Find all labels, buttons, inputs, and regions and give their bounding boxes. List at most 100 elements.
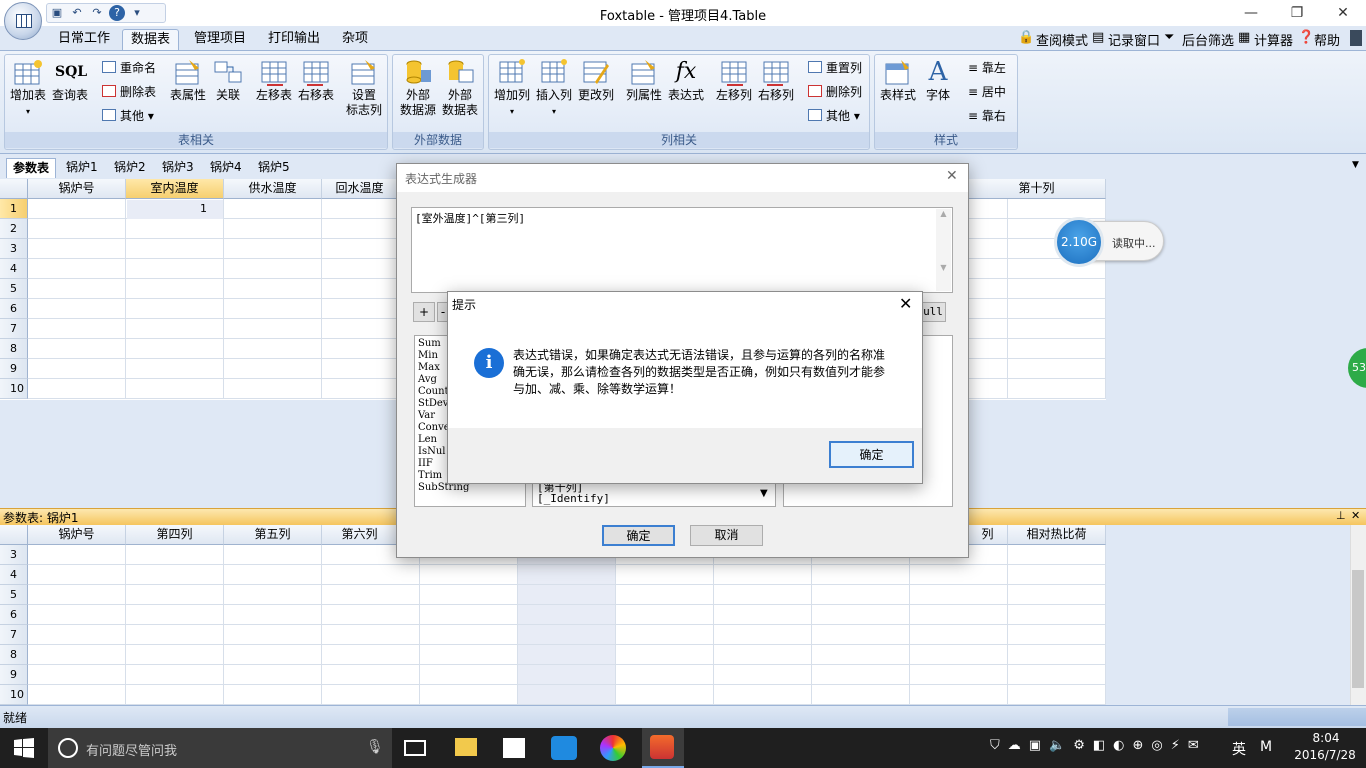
- add-column-button[interactable]: 增加列 ▾: [490, 58, 534, 119]
- sheet-tab-boiler1[interactable]: 锅炉1: [60, 158, 104, 178]
- column-header[interactable]: 第十列: [968, 179, 1106, 199]
- column-props-button[interactable]: 列属性: [622, 58, 666, 103]
- column-header[interactable]: 锅炉号: [28, 179, 126, 199]
- background-filter-link[interactable]: 后台筛选: [1182, 30, 1234, 49]
- column-header[interactable]: 第六列: [322, 525, 398, 545]
- store-icon[interactable]: [503, 738, 525, 758]
- expression-cancel-button[interactable]: 取消: [690, 525, 763, 546]
- column-other-button[interactable]: 其他 ▾: [808, 106, 860, 126]
- column-header[interactable]: 相对热比荷: [1008, 525, 1106, 545]
- move-column-right-button[interactable]: 右移列: [754, 58, 798, 103]
- expression-scrollbar[interactable]: ▲ ▼: [936, 209, 951, 291]
- row-number[interactable]: 6: [0, 605, 28, 625]
- list-item[interactable]: [_Identify]: [537, 493, 771, 504]
- relation-button[interactable]: 关联: [206, 58, 250, 103]
- external-table-button[interactable]: 外部 数据表: [438, 58, 482, 118]
- row-number[interactable]: 4: [0, 565, 28, 585]
- messaging-app-icon[interactable]: [551, 736, 577, 760]
- delete-column-button[interactable]: 删除列: [808, 82, 862, 102]
- change-column-button[interactable]: 更改列: [574, 58, 618, 103]
- browser-icon[interactable]: [600, 735, 626, 761]
- row-number[interactable]: 2: [0, 219, 28, 239]
- move-column-left-button[interactable]: 左移列: [712, 58, 756, 103]
- external-source-button[interactable]: 外部 数据源: [396, 58, 440, 118]
- op-plus-button[interactable]: +: [413, 302, 435, 322]
- reset-column-button[interactable]: 重置列: [808, 58, 862, 78]
- message-ok-button[interactable]: 确定: [829, 441, 914, 468]
- microphone-icon[interactable]: 🎙: [366, 739, 384, 755]
- row-number[interactable]: 1: [0, 199, 28, 219]
- ime-mode[interactable]: M: [1260, 739, 1272, 755]
- add-table-button[interactable]: 增加表 ▾: [6, 58, 50, 119]
- font-button[interactable]: A 字体: [916, 58, 960, 103]
- align-right-button[interactable]: ≡ 靠右: [968, 106, 1006, 126]
- column-list[interactable]: [第十列] [_Identify]: [532, 480, 776, 507]
- sheet-tab-menu-icon[interactable]: ▼: [1352, 160, 1359, 170]
- rename-table-button[interactable]: 重命名: [102, 58, 156, 78]
- column-header[interactable]: 第五列: [224, 525, 322, 545]
- tab-daily-work[interactable]: 日常工作: [50, 29, 118, 50]
- grid-corner[interactable]: [0, 179, 28, 199]
- scrollbar-thumb[interactable]: [1352, 570, 1364, 688]
- row-number[interactable]: 8: [0, 645, 28, 665]
- sheet-tab-boiler4[interactable]: 锅炉4: [204, 158, 248, 178]
- column-header-selected[interactable]: 室内温度: [126, 179, 224, 199]
- expression-button[interactable]: fx 表达式: [664, 58, 708, 103]
- move-table-right-button[interactable]: 右移表: [294, 58, 338, 103]
- sheet-tab-boiler2[interactable]: 锅炉2: [108, 158, 152, 178]
- align-center-button[interactable]: ≡ 居中: [968, 82, 1006, 102]
- expression-ok-button[interactable]: 确定: [602, 525, 675, 546]
- row-number[interactable]: 9: [0, 359, 28, 379]
- table-other-button[interactable]: 其他 ▾: [102, 106, 154, 126]
- row-number[interactable]: 10: [0, 685, 28, 705]
- side-widget[interactable]: 53: [1348, 348, 1366, 388]
- ribbon-collapse-icon[interactable]: [1350, 30, 1362, 46]
- clock-time[interactable]: 8:04: [1296, 731, 1356, 745]
- null-button[interactable]: ull: [920, 302, 946, 322]
- row-number[interactable]: 8: [0, 339, 28, 359]
- row-number[interactable]: 7: [0, 625, 28, 645]
- tab-manage-project[interactable]: 管理项目: [186, 29, 254, 50]
- set-flag-column-button[interactable]: 设置 标志列: [342, 58, 386, 118]
- column-list-dropdown-icon[interactable]: ▼: [760, 488, 768, 499]
- task-view-icon[interactable]: [404, 740, 426, 756]
- sheet-tab-boiler5[interactable]: 锅炉5: [252, 158, 296, 178]
- application-menu-button[interactable]: [4, 2, 42, 40]
- move-table-left-button[interactable]: 左移表: [252, 58, 296, 103]
- panel-close-icon[interactable]: ✕: [1351, 509, 1360, 522]
- table-style-button[interactable]: 表样式: [876, 58, 920, 103]
- row-number[interactable]: 7: [0, 319, 28, 339]
- row-number[interactable]: 10: [0, 379, 28, 399]
- column-header[interactable]: 锅炉号: [28, 525, 126, 545]
- row-number[interactable]: 9: [0, 665, 28, 685]
- row-number[interactable]: 3: [0, 545, 28, 565]
- windows-start-icon[interactable]: [14, 738, 34, 758]
- row-number[interactable]: 3: [0, 239, 28, 259]
- column-header[interactable]: 供水温度: [224, 179, 322, 199]
- file-explorer-icon[interactable]: [455, 738, 477, 756]
- insert-column-button[interactable]: 插入列 ▾: [532, 58, 576, 119]
- row-number[interactable]: 4: [0, 259, 28, 279]
- selected-cell[interactable]: [127, 200, 223, 219]
- column-header[interactable]: 列: [968, 525, 1008, 545]
- tab-print-output[interactable]: 打印输出: [260, 29, 328, 50]
- record-window-link[interactable]: 记录窗口: [1108, 30, 1160, 49]
- clock-date[interactable]: 2016/7/28: [1290, 748, 1360, 762]
- bottom-grid-corner[interactable]: [0, 525, 28, 545]
- calculator-link[interactable]: 计算器: [1254, 30, 1293, 49]
- ime-indicator[interactable]: 英: [1232, 739, 1246, 759]
- align-left-button[interactable]: ≡ 靠左: [968, 58, 1006, 78]
- close-button[interactable]: ✕: [1320, 0, 1366, 26]
- pin-icon[interactable]: ⊥: [1336, 509, 1346, 522]
- sheet-tab-params[interactable]: 参数表: [6, 158, 57, 178]
- query-table-button[interactable]: SQL 查询表: [48, 58, 92, 103]
- row-number[interactable]: 5: [0, 585, 28, 605]
- column-header[interactable]: 回水温度: [322, 179, 398, 199]
- message-box-close-icon[interactable]: ✕: [899, 294, 912, 313]
- row-number[interactable]: 5: [0, 279, 28, 299]
- restore-button[interactable]: ❐: [1274, 0, 1320, 26]
- help-link[interactable]: 帮助: [1314, 30, 1340, 49]
- view-mode-link[interactable]: 查阅模式: [1036, 30, 1088, 49]
- delete-table-button[interactable]: 删除表: [102, 82, 156, 102]
- sheet-tab-boiler3[interactable]: 锅炉3: [156, 158, 200, 178]
